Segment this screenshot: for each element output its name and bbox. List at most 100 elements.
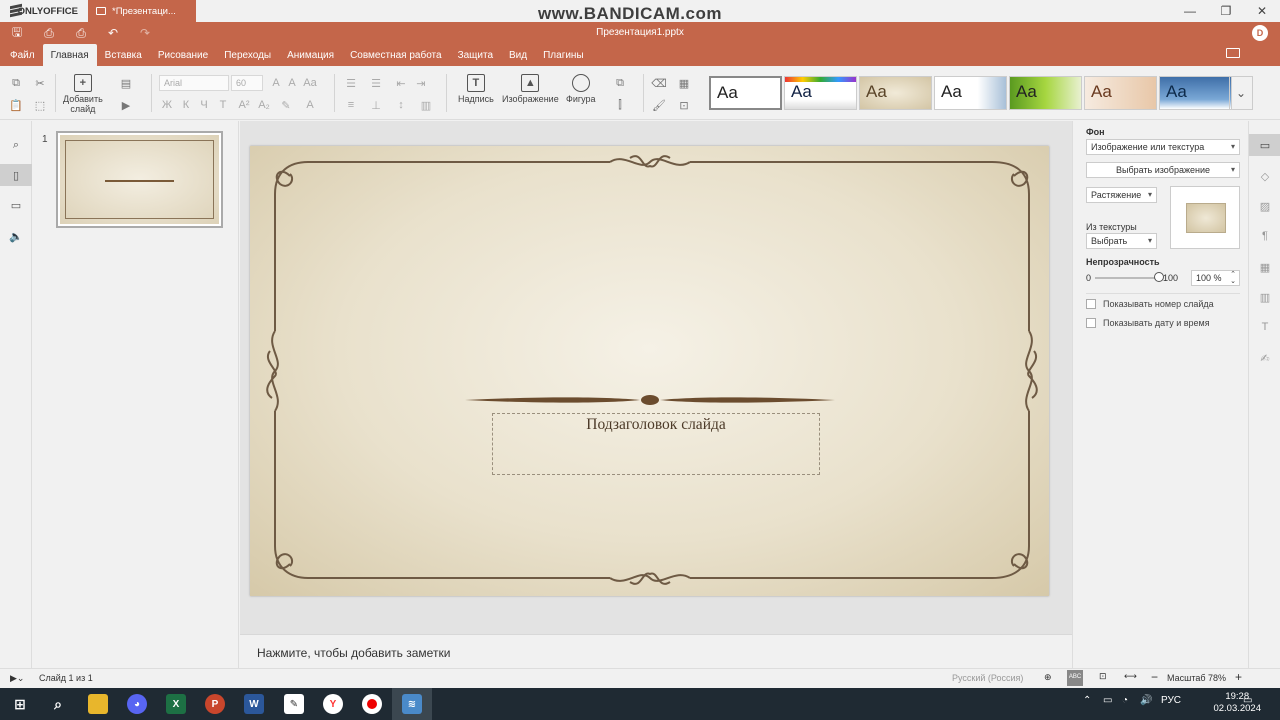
tab-file[interactable]: Файл (2, 44, 43, 66)
superscript-icon[interactable]: A² (236, 97, 252, 113)
tab-view[interactable]: Вид (501, 44, 535, 66)
slideshow-start-icon[interactable]: ▶⌄ (10, 673, 24, 684)
font-name-field[interactable]: Arial (159, 75, 229, 91)
select-image-button[interactable]: Выбрать изображение ▾ (1086, 162, 1240, 178)
shape-button[interactable]: Фигура (566, 74, 596, 104)
show-date-time-checkbox[interactable] (1086, 318, 1096, 328)
yandex-browser-icon[interactable]: Y (323, 694, 343, 714)
layout-icon[interactable]: ▤ (118, 75, 134, 91)
subtitle-placeholder[interactable]: Подзаголовок слайда (492, 413, 820, 475)
image-settings-icon[interactable]: ▨ (1249, 195, 1280, 217)
fit-width-icon[interactable]: ⟷ (1124, 671, 1137, 682)
comments-icon[interactable]: ▭ (8, 197, 24, 213)
notes-pane[interactable]: Нажмите, чтобы добавить заметки (240, 634, 1072, 668)
tab-protection[interactable]: Защита (450, 44, 501, 66)
slide-size-icon[interactable]: ⊡ (676, 97, 692, 113)
slide-settings-icon[interactable]: ▭ (1249, 134, 1280, 156)
undo-icon[interactable]: ↶ (106, 26, 120, 40)
font-color-icon[interactable]: A (302, 97, 318, 113)
theme-corner[interactable]: Aa (934, 76, 1007, 110)
subscript-icon[interactable]: A₂ (256, 97, 272, 113)
document-tab[interactable]: *Презентаци... (88, 0, 196, 22)
onlyoffice-taskbar-icon[interactable]: ≋ (402, 694, 422, 714)
powerpoint-icon[interactable]: P (205, 694, 225, 714)
line-spacing-icon[interactable]: ↕ (393, 97, 409, 113)
windows-start-icon[interactable]: ⊞ (10, 694, 30, 714)
decrease-font-icon[interactable]: A (284, 75, 300, 91)
increase-indent-icon[interactable]: ⇥ (413, 75, 429, 91)
text-art-settings-icon[interactable]: T (1249, 316, 1280, 338)
tab-insert[interactable]: Вставка (97, 44, 150, 66)
fill-type-select[interactable]: Изображение или текстура ▾ (1086, 139, 1240, 155)
decrease-indent-icon[interactable]: ⇤ (393, 75, 409, 91)
speaker-icon[interactable]: 🔈 (8, 228, 24, 244)
fit-slide-icon[interactable]: ⊡ (1099, 671, 1107, 682)
slideshow-icon[interactable]: ▶ (118, 97, 134, 113)
theme-blue[interactable]: Aa (1159, 76, 1232, 110)
tab-animation[interactable]: Анимация (279, 44, 342, 66)
spinner-arrows-icon[interactable]: ⌃ ⌄ (1230, 271, 1236, 285)
opacity-slider-track[interactable] (1095, 277, 1159, 279)
system-clock[interactable]: 19:28 02.03.2024 (1213, 691, 1261, 715)
zoom-out-icon[interactable]: − (1151, 670, 1158, 684)
theme-gallery-more-button[interactable]: ⌄ (1229, 76, 1253, 110)
chart-settings-icon[interactable]: ▥ (1249, 286, 1280, 308)
tab-home[interactable]: Главная (42, 44, 97, 66)
columns-icon[interactable]: ▥ (418, 97, 434, 113)
print-icon[interactable]: ⎙ (42, 26, 56, 41)
maximize-button[interactable]: ❐ (1208, 0, 1244, 22)
copy-style-icon[interactable]: 🖌 (651, 97, 667, 113)
tab-collaboration[interactable]: Совместная работа (342, 44, 450, 66)
slide-thumbnail[interactable] (56, 131, 223, 228)
minimize-button[interactable]: — (1172, 0, 1208, 22)
word-icon[interactable]: W (244, 694, 264, 714)
signature-settings-icon[interactable]: ✍ (1249, 347, 1280, 369)
show-slide-number-checkbox[interactable] (1086, 299, 1096, 309)
spellcheck-icon[interactable]: ABC (1067, 670, 1083, 686)
paragraph-settings-icon[interactable]: ¶ (1249, 225, 1280, 247)
redo-icon[interactable]: ↷ (138, 26, 152, 40)
stretch-select[interactable]: Растяжение ▾ (1086, 187, 1157, 203)
user-avatar[interactable]: D (1252, 25, 1268, 41)
opacity-input[interactable]: 100 % ⌃ ⌄ (1191, 270, 1240, 286)
textbox-button[interactable]: T Надпись (458, 74, 494, 104)
shape-settings-icon[interactable]: ◇ (1249, 165, 1280, 187)
wifi-icon[interactable]: ◔ (1122, 695, 1128, 706)
tab-plugins[interactable]: Плагины (535, 44, 592, 66)
increase-font-icon[interactable]: A (268, 75, 284, 91)
tab-draw[interactable]: Рисование (150, 44, 216, 66)
cut-icon[interactable]: ✂ (32, 75, 48, 91)
excel-icon[interactable]: X (166, 694, 186, 714)
font-size-field[interactable]: 60 (231, 75, 263, 91)
theme-peach[interactable]: Aa (1084, 76, 1157, 110)
select-all-icon[interactable]: ⬚ (32, 97, 48, 113)
quick-print-icon[interactable]: ⎙ (74, 26, 88, 41)
bandicam-icon[interactable] (362, 694, 382, 714)
theme-parchment[interactable]: Aa (859, 76, 932, 110)
language-globe-icon[interactable]: ⊕ (1044, 672, 1052, 683)
search-icon[interactable]: ⌕ (8, 137, 24, 153)
align-icon[interactable]: ≡ (343, 97, 359, 113)
input-language[interactable]: РУС (1161, 695, 1181, 706)
numbering-icon[interactable]: ☰ (368, 75, 384, 91)
change-case-icon[interactable]: Aa (302, 75, 318, 91)
clear-style-icon[interactable]: ⌫ (651, 75, 667, 91)
texture-select[interactable]: Выбрать ▾ (1086, 233, 1157, 249)
theme-green[interactable]: Aa (1009, 76, 1082, 110)
align-shapes-icon[interactable]: ⫿ (612, 97, 628, 113)
theme-blank[interactable]: Aa (709, 76, 782, 110)
close-button[interactable]: ✕ (1244, 0, 1280, 22)
arrange-icon[interactable]: ⧉ (612, 75, 628, 91)
image-button[interactable]: ▲ Изображение (502, 74, 559, 104)
zoom-level[interactable]: Масштаб 78% (1167, 673, 1226, 683)
table-settings-icon[interactable]: ▦ (1249, 256, 1280, 278)
save-icon[interactable]: 🖫 (10, 23, 24, 44)
show-date-time-row[interactable]: Показывать дату и время (1086, 318, 1210, 328)
highlight-icon[interactable]: ✎ (278, 97, 294, 113)
tray-expand-icon[interactable]: ⌃ (1083, 695, 1091, 706)
notifications-icon[interactable]: ▭ (1243, 695, 1252, 706)
bullets-icon[interactable]: ☰ (343, 75, 359, 91)
show-slide-number-row[interactable]: Показывать номер слайда (1086, 299, 1214, 309)
file-explorer-icon[interactable] (88, 694, 108, 714)
underline-icon[interactable]: Ч (196, 97, 212, 113)
